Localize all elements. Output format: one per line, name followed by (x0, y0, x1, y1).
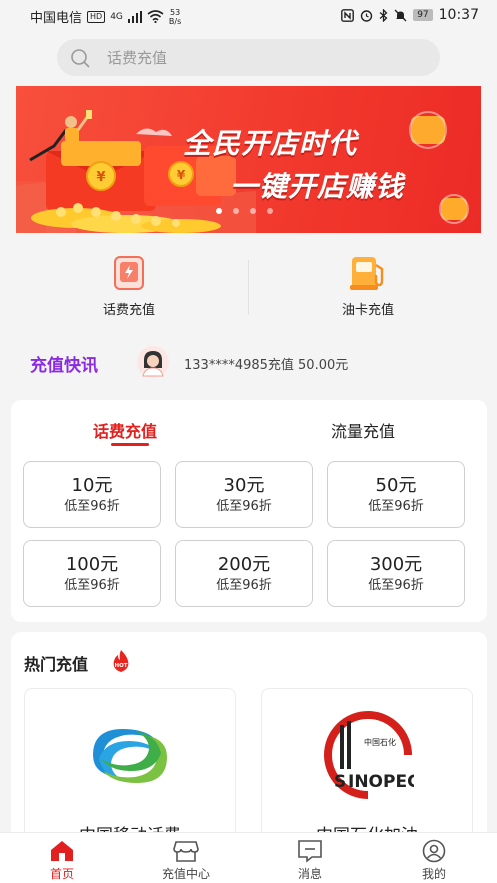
option-discount: 低至96折 (368, 499, 424, 514)
bluetooth-icon (379, 8, 388, 22)
mute-icon (394, 9, 407, 21)
banner-headline: 全民开店时代 (183, 127, 358, 160)
pagination-dot[interactable] (267, 208, 273, 214)
tab-data-recharge[interactable]: 流量充值 (331, 418, 395, 442)
option-discount: 低至96折 (368, 578, 424, 593)
store-icon (173, 841, 199, 862)
bottom-tab-bar: 首页 充值中心 消息 我的 (0, 832, 497, 883)
battery-level: 97 (413, 9, 433, 21)
option-amount: 10元 (71, 475, 113, 496)
search-placeholder: 话费充值 (107, 49, 168, 67)
fuel-pump-icon (350, 257, 384, 290)
net-speed-value: 53 (169, 7, 181, 17)
home-icon (51, 841, 73, 861)
hot-badge-icon: HOT (113, 650, 129, 672)
signal-icon: 4G (110, 11, 123, 22)
search-icon (71, 48, 90, 68)
svg-text:¥: ¥ (177, 168, 186, 182)
quick-entry-fuel-card[interactable]: 油卡充值 (308, 255, 428, 318)
active-tab-indicator (111, 443, 149, 446)
alarm-icon (360, 9, 373, 22)
banner-pagination (216, 208, 273, 214)
recharge-option-100[interactable]: 100元 低至96折 (23, 540, 161, 607)
net-speed-unit: B/s (168, 16, 182, 26)
option-discount: 低至96折 (216, 499, 272, 514)
status-bar: 中国电信 HD 4G 53 B/s 97 10:37 (0, 0, 497, 30)
option-amount: 200元 (217, 554, 271, 575)
recharge-card: 话费充值 流量充值 10元 低至96折 30元 低至96折 50元 低至96折 … (11, 400, 487, 622)
recharge-option-10[interactable]: 10元 低至96折 (23, 461, 161, 528)
pagination-dot[interactable] (233, 208, 239, 214)
recharge-option-50[interactable]: 50元 低至96折 (327, 461, 465, 528)
pagination-dot[interactable] (216, 208, 222, 214)
hot-section-title: 热门充值 (24, 655, 89, 674)
option-discount: 低至96折 (64, 499, 120, 514)
china-mobile-logo (93, 729, 167, 783)
quick-entry-label: 油卡充值 (341, 303, 394, 318)
banner-subheadline: 一键开店赚钱 (230, 170, 405, 203)
svg-text:HOT: HOT (114, 663, 127, 669)
tab-phone-recharge[interactable]: 话费充值 (93, 418, 157, 442)
nfc-icon (341, 8, 355, 22)
tab-label: 首页 (49, 867, 74, 881)
option-amount: 50元 (375, 475, 417, 496)
tab-label: 消息 (297, 867, 322, 881)
signal-bars-icon (127, 10, 142, 23)
net-speed: 53 B/s (169, 8, 181, 26)
flash-news-title: 充值快讯 (30, 356, 98, 376)
quick-entry-phone-recharge[interactable]: 话费充值 (69, 255, 189, 318)
option-discount: 低至96折 (216, 578, 272, 593)
recharge-option-200[interactable]: 200元 低至96折 (175, 540, 313, 607)
option-discount: 低至96折 (64, 578, 120, 593)
carrier-name: 中国电信 (30, 11, 83, 26)
quick-entry-label: 话费充值 (102, 303, 155, 318)
phone-recharge-icon (114, 256, 144, 290)
status-right: 97 10:37 (341, 7, 479, 23)
flash-news-text: 133****4985充值 50.00元 (184, 358, 349, 373)
message-icon (298, 840, 322, 863)
tab-recharge-center[interactable]: 充值中心 (136, 833, 236, 883)
profile-icon (422, 839, 446, 863)
quick-entry-divider (248, 260, 249, 315)
tab-label: 充值中心 (161, 867, 210, 881)
wifi-icon (147, 10, 164, 23)
tab-messages[interactable]: 消息 (260, 833, 360, 883)
promo-banner[interactable]: ¥ ¥ 全民开店时代 一键开店赚钱 (16, 86, 481, 233)
avatar (137, 346, 169, 378)
tab-home[interactable]: 首页 (12, 833, 112, 883)
svg-text:INOPEC: INOPEC (348, 772, 414, 792)
hd-badge: HD (87, 10, 106, 23)
recharge-option-300[interactable]: 300元 低至96折 (327, 540, 465, 607)
search-bar[interactable]: 话费充值 (57, 39, 440, 76)
clock: 10:37 (438, 7, 479, 23)
option-amount: 100元 (65, 554, 119, 575)
tab-label: 我的 (421, 867, 446, 881)
svg-text:¥: ¥ (96, 170, 105, 185)
sinopec-logo: 中国石化 S INOPEC (324, 711, 414, 799)
option-amount: 30元 (223, 475, 265, 496)
pagination-dot[interactable] (250, 208, 256, 214)
status-left: 中国电信 HD 4G 53 B/s (30, 7, 181, 27)
recharge-option-30[interactable]: 30元 低至96折 (175, 461, 313, 528)
hot-recharge-section: 热门充值 HOT 中国移动话费 中国石化 S INOPEC 中国石化加油 (11, 632, 487, 858)
recharge-flash-news: 充值快讯 133****4985充值 50.00元 (30, 346, 470, 380)
option-amount: 300元 (369, 554, 423, 575)
tab-profile[interactable]: 我的 (384, 833, 484, 883)
svg-text:中国石化: 中国石化 (364, 737, 396, 747)
svg-text:S: S (334, 772, 346, 792)
